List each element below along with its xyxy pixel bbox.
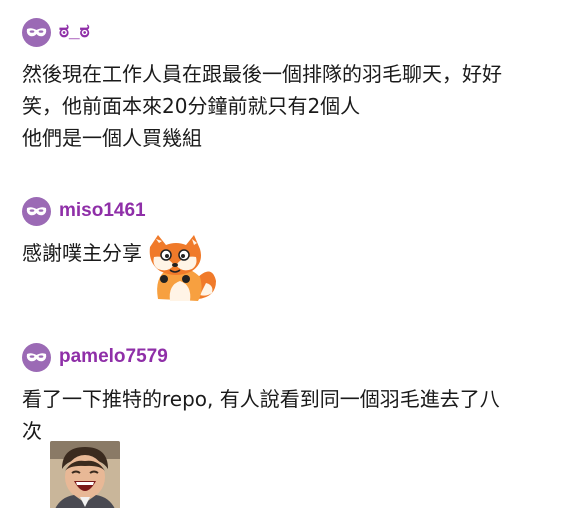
comment: ಠ_ಠ 然後現在工作人員在跟最後一個排隊的羽毛聊天，好好 笑，他前面本來20分鐘… — [22, 16, 562, 154]
comment-line: 他們是一個人買幾組 — [22, 126, 202, 150]
avatar[interactable] — [22, 196, 51, 226]
mask-icon — [26, 206, 47, 215]
comment-text: 感謝噗主分享 — [22, 233, 142, 269]
comment-text: 次 — [22, 415, 42, 447]
comment-text: 然後現在工作人員在跟最後一個排隊的羽毛聊天，好好 笑，他前面本來20分鐘前就只有… — [22, 58, 562, 154]
comment-header: pamelo7579 — [22, 341, 562, 373]
comment-text: 看了一下推特的repo, 有人說看到同一個羽毛進去了八 — [22, 383, 562, 415]
laughing-man-sticker — [50, 441, 120, 508]
comment: miso1461 感謝噗主分享 — [22, 195, 562, 303]
mask-icon — [26, 352, 47, 361]
comment-line: 笑，他前面本來20分鐘前就只有2個人 — [22, 94, 361, 118]
comment: pamelo7579 看了一下推特的repo, 有人說看到同一個羽毛進去了八 次 — [22, 341, 562, 508]
username[interactable]: pamelo7579 — [59, 346, 168, 368]
comment-header: miso1461 — [22, 195, 562, 227]
comment-header: ಠ_ಠ — [22, 16, 562, 48]
avatar[interactable] — [22, 17, 51, 47]
comment-line: 然後現在工作人員在跟最後一個排隊的羽毛聊天，好好 — [22, 62, 502, 86]
username[interactable]: ಠ_ಠ — [59, 21, 90, 43]
mask-icon — [26, 27, 47, 36]
avatar[interactable] — [22, 342, 51, 372]
comment-line: 次 — [22, 419, 42, 443]
username[interactable]: miso1461 — [59, 200, 146, 222]
fox-sticker — [149, 235, 216, 301]
comment-line: 看了一下推特的repo, 有人說看到同一個羽毛進去了八 — [22, 387, 500, 411]
comment-line: 感謝噗主分享 — [22, 241, 142, 265]
